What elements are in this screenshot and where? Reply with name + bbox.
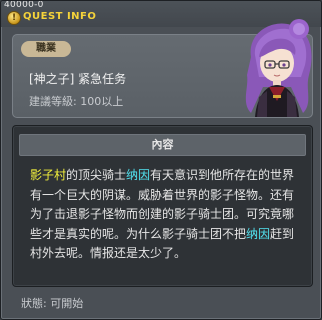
job-badge: 職業 <box>21 41 71 57</box>
quest-name: [神之子] 紧急任务 <box>29 72 127 86</box>
description-header: 內容 <box>19 134 306 156</box>
npc-highlight: 纳因 <box>126 168 151 182</box>
description-segment: 的顶尖骑士 <box>66 168 127 182</box>
place-highlight: 影子村 <box>30 168 67 182</box>
recommended-level: 建議等級: 100以上 <box>29 95 124 108</box>
description-text: 影子村的顶尖骑士纳因有天意识到他所存在的世界有一个巨大的阴谋。威胁着世界的影子怪… <box>30 166 304 264</box>
quest-icon: ! <box>7 11 21 25</box>
quest-info-window: 40000-0 ! QUEST INFO 職業 [神之子] 紧急任务 建議等級:… <box>0 0 322 320</box>
quest-status: 狀態: 可開始 <box>21 297 84 310</box>
window-id: 40000-0 <box>4 0 44 10</box>
window-title: QUEST INFO <box>23 11 97 22</box>
description-panel: 內容 影子村的顶尖骑士纳因有天意识到他所存在的世界有一个巨大的阴谋。威胁着世界的… <box>12 125 313 287</box>
npc-portrait <box>245 19 312 117</box>
npc-highlight: 纳因 <box>246 226 271 241</box>
